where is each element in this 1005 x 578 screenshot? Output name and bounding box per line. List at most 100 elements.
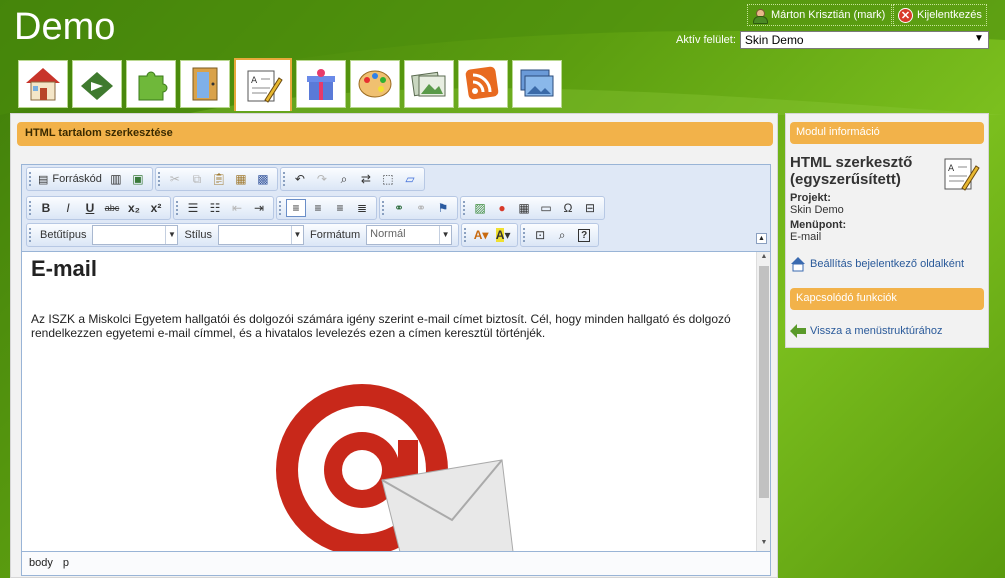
- show-blocks-button[interactable]: ⌕: [552, 226, 572, 244]
- bold-button[interactable]: B: [36, 199, 56, 217]
- superscript-button[interactable]: x²: [146, 199, 166, 217]
- tab-slideshow[interactable]: [512, 60, 562, 108]
- outdent-button[interactable]: ⇤: [227, 199, 247, 217]
- paste-text-button[interactable]: ▦: [231, 170, 251, 188]
- subscript-icon: x₂: [127, 201, 140, 215]
- bg-color-button[interactable]: A ▾: [493, 226, 513, 244]
- path-item-body[interactable]: body: [29, 557, 53, 570]
- cut-button[interactable]: ✂: [165, 170, 185, 188]
- unlink-button[interactable]: ⚭: [411, 199, 431, 217]
- strike-button[interactable]: abc: [102, 199, 122, 217]
- tab-gallery[interactable]: [404, 60, 454, 108]
- back-to-menu-link[interactable]: Vissza a menüstruktúrához: [790, 324, 942, 338]
- tab-modules[interactable]: [126, 60, 176, 108]
- skin-label: Aktív felület:: [676, 34, 736, 46]
- indent-button[interactable]: ⇥: [249, 199, 269, 217]
- flag-icon: ⚑: [437, 201, 449, 215]
- align-justify-button[interactable]: ≣: [352, 199, 372, 217]
- set-login-page-link[interactable]: Beállítás bejelentkező oldalként: [790, 256, 964, 272]
- project-label: Projekt:: [790, 192, 831, 204]
- preview-button[interactable]: ▥: [106, 170, 126, 188]
- horizontal-rule-button[interactable]: ▭: [536, 199, 556, 217]
- toolbar-group-insert: ▨ ● ▦ ▭ Ω ⊟: [460, 196, 605, 220]
- anchor-button[interactable]: ⚑: [433, 199, 453, 217]
- toolbar-grip: [523, 228, 526, 242]
- redo-button[interactable]: ↷: [312, 170, 332, 188]
- align-center-button[interactable]: ≡: [308, 199, 328, 217]
- templates-button[interactable]: ▣: [128, 170, 148, 188]
- project-info: Projekt: Skin Demo: [790, 192, 844, 216]
- numbered-list-button[interactable]: ☰: [183, 199, 203, 217]
- style-combo[interactable]: ▼: [218, 225, 304, 245]
- table-button[interactable]: ▦: [514, 199, 534, 217]
- collapse-icon: ▲: [758, 235, 765, 242]
- tab-skins[interactable]: [350, 60, 400, 108]
- text-color-button[interactable]: A▾: [471, 226, 491, 244]
- toolbar-grip: [176, 201, 179, 215]
- maximize-button[interactable]: ⊡: [530, 226, 550, 244]
- subscript-button[interactable]: x₂: [124, 199, 144, 217]
- main-content: HTML tartalom szerkesztése ▤ Forráskód ▥…: [10, 113, 778, 578]
- image-button[interactable]: ▨: [470, 199, 490, 217]
- page-break-button[interactable]: ⊟: [580, 199, 600, 217]
- svg-text:A: A: [251, 76, 258, 86]
- document-heading: E-mail: [31, 256, 98, 281]
- scroll-down-icon[interactable]: ▼: [757, 539, 770, 551]
- help-icon: ?: [578, 228, 591, 242]
- logout-label: Kijelentkezés: [917, 9, 982, 21]
- bold-icon: B: [41, 201, 51, 215]
- tab-html-editor[interactable]: A: [234, 58, 292, 111]
- source-button[interactable]: ▤ Forráskód: [36, 170, 104, 188]
- tab-downloads[interactable]: [72, 60, 122, 108]
- paste-word-button[interactable]: ▩: [253, 170, 273, 188]
- html-edit-icon: A: [944, 158, 980, 191]
- tab-pages[interactable]: [180, 60, 230, 108]
- italic-button[interactable]: I: [58, 199, 78, 217]
- toolbar-row-1: ▤ Forráskód ▥ ▣ ✂ ⧉ 📋︎ ▦ ▩ ↶ ↷ ⌕ ⇄ ⬚ ▱: [26, 167, 425, 191]
- tab-home[interactable]: [18, 60, 68, 108]
- select-all-button[interactable]: ⬚: [378, 170, 398, 188]
- slideshow-icon: [520, 69, 554, 97]
- bulleted-list-button[interactable]: ☷: [205, 199, 225, 217]
- numbered-list-icon: ☰: [187, 201, 199, 215]
- path-item-p[interactable]: p: [63, 557, 69, 570]
- underline-button[interactable]: U: [80, 199, 100, 217]
- select-all-icon: ⬚: [382, 172, 394, 186]
- user-profile-link[interactable]: Márton Krisztián (mark): [747, 4, 893, 26]
- home-icon: [791, 257, 805, 272]
- tab-gifts[interactable]: [296, 60, 346, 108]
- link-button[interactable]: ⚭: [389, 199, 409, 217]
- paste-button[interactable]: 📋︎: [209, 170, 229, 188]
- copy-button[interactable]: ⧉: [187, 170, 207, 188]
- gift-icon: [307, 69, 335, 100]
- replace-button[interactable]: ⇄: [356, 170, 376, 188]
- align-left-button[interactable]: ≡: [286, 199, 306, 217]
- menu-label: Menüpont:: [790, 219, 847, 231]
- about-button[interactable]: ?: [574, 226, 594, 244]
- format-combo[interactable]: Normál ▼: [366, 225, 453, 245]
- editor-scrollbar[interactable]: ▲ ▼: [756, 252, 770, 551]
- source-icon: ▤: [38, 173, 49, 186]
- find-button[interactable]: ⌕: [334, 170, 354, 188]
- scrollbar-thumb[interactable]: [759, 266, 769, 498]
- scroll-up-icon[interactable]: ▲: [757, 253, 770, 265]
- logout-button[interactable]: ✕ Kijelentkezés: [893, 4, 987, 26]
- special-char-button[interactable]: Ω: [558, 199, 578, 217]
- undo-icon: ↶: [294, 172, 305, 186]
- document-paragraph: Az ISZK a Miskolci Egyetem hallgatói és …: [31, 312, 731, 340]
- toolbar-group-editing: ↶ ↷ ⌕ ⇄ ⬚ ▱: [279, 167, 425, 191]
- editor-document[interactable]: E-mail Az ISZK a Miskolci Egyetem hallga…: [22, 251, 770, 551]
- undo-button[interactable]: ↶: [290, 170, 310, 188]
- toolbar-grip: [382, 201, 385, 215]
- remove-format-button[interactable]: ▱: [400, 170, 420, 188]
- back-to-menu-label: Vissza a menüstruktúrához: [810, 325, 943, 337]
- page-title: HTML tartalom szerkesztése: [17, 122, 773, 146]
- skin-select[interactable]: Skin Demo ▼: [739, 31, 989, 49]
- align-right-button[interactable]: ≡: [330, 199, 350, 217]
- font-combo[interactable]: ▼: [92, 225, 179, 245]
- app-title: Demo: [14, 6, 116, 48]
- tab-rss[interactable]: [458, 60, 508, 108]
- element-path-bar: body p: [22, 551, 770, 575]
- toolbar-collapse-button[interactable]: ▲: [756, 233, 767, 244]
- flash-button[interactable]: ●: [492, 199, 512, 217]
